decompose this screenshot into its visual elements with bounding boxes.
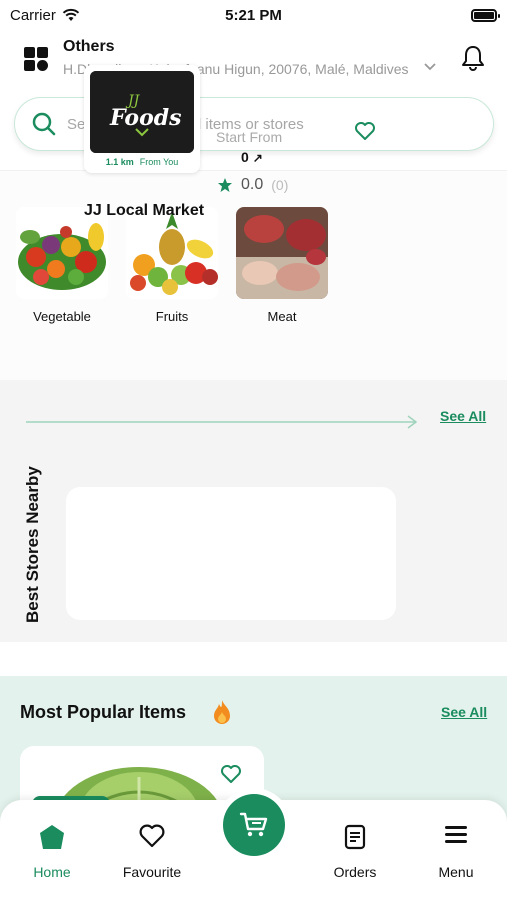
category-label: Fruits	[155, 309, 189, 324]
location-title[interactable]: Others	[63, 38, 115, 56]
nav-favourite-label: Favourite	[122, 864, 182, 880]
popular-title: Most Popular Items	[20, 702, 187, 722]
category-meat[interactable]: Meat	[236, 207, 328, 324]
popular-see-all-link[interactable]: See All	[441, 704, 487, 720]
status-time: 5:21 PM	[225, 6, 282, 24]
battery-icon	[471, 8, 500, 22]
heart-icon[interactable]	[354, 121, 376, 141]
rating-count: (0)	[271, 177, 289, 193]
search-icon	[32, 112, 56, 136]
store-logo: JJ Foods	[90, 71, 194, 153]
category-vegetable[interactable]: Vegetable	[16, 207, 108, 324]
grid-cell	[24, 60, 35, 71]
fire-icon	[214, 700, 230, 724]
arrow-right-icon	[26, 415, 418, 429]
store-rating: 0.0 (0)	[217, 176, 288, 194]
best-stores-section: See All Best Stores Nearby	[0, 380, 507, 642]
menu-icon	[445, 826, 467, 843]
chevron-down-icon[interactable]	[424, 62, 436, 72]
heart-icon	[139, 824, 165, 848]
category-label: Vegetable	[33, 309, 91, 324]
nav-home-label: Home	[33, 864, 71, 880]
cart-button-inner	[223, 794, 285, 856]
home-icon	[40, 825, 64, 849]
store-name: JJ Local Market	[84, 202, 205, 219]
grid-cell	[24, 47, 35, 58]
star-icon	[218, 178, 232, 192]
bell-icon[interactable]	[459, 44, 487, 72]
orders-icon	[344, 824, 366, 850]
store-card[interactable]	[66, 487, 396, 620]
cart-button[interactable]	[217, 788, 291, 862]
stores-see-all-link[interactable]: See All	[440, 408, 486, 424]
store-distance: 1.1 km From You	[84, 157, 200, 167]
heart-icon[interactable]	[220, 764, 242, 784]
store-distance-value: 1.1 km	[105, 157, 134, 167]
store-logo-wrap[interactable]: JJ Foods 1.1 km From You	[84, 65, 200, 173]
nav-menu-label: Menu	[438, 864, 474, 880]
categories-grid-icon[interactable]	[24, 47, 48, 71]
cart-icon	[239, 812, 268, 837]
grid-cell	[37, 60, 48, 71]
category-label: Meat	[267, 309, 297, 324]
rating-value: 0.0	[241, 176, 264, 193]
status-bar: Carrier 5:21 PM	[0, 0, 507, 30]
vegetable-image	[16, 207, 108, 299]
nav-orders-label: Orders	[333, 864, 377, 880]
best-stores-title: Best Stores Nearby	[23, 466, 42, 623]
categories-section: Vegetable Fruits Meat	[0, 170, 507, 380]
header: Others H.Dhoorihaa, Kalaafaanu Higun, 20…	[0, 36, 507, 86]
meat-image	[236, 207, 328, 299]
store-logo-text: Foods	[109, 105, 182, 131]
start-from-label: Start From	[216, 129, 283, 145]
grid-cell	[37, 47, 48, 58]
category-fruits[interactable]: Fruits	[126, 207, 218, 324]
store-distance-suffix: From You	[139, 157, 179, 167]
fruits-image	[126, 207, 218, 299]
start-price: 0 ↗	[241, 149, 263, 165]
